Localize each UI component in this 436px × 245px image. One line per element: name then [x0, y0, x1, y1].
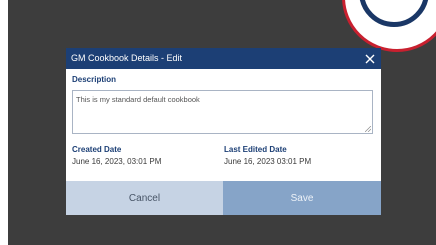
- close-icon: [365, 54, 375, 63]
- dialog-title: GM Cookbook Details - Edit: [71, 53, 183, 63]
- last-edited-label: Last Edited Date: [224, 145, 287, 154]
- description-textarea[interactable]: This is my standard default cookbook: [72, 90, 373, 134]
- description-value: This is my standard default cookbook: [76, 95, 200, 104]
- close-button[interactable]: [359, 48, 381, 69]
- logo-ring: [359, 0, 429, 27]
- created-date-value: June 16, 2023, 03:01 PM: [72, 157, 162, 166]
- description-label: Description: [72, 75, 117, 84]
- created-date-label: Created Date: [72, 145, 122, 154]
- last-edited-value: June 16, 2023 03:01 PM: [224, 157, 312, 166]
- save-button[interactable]: Save: [223, 181, 381, 215]
- cookbook-details-dialog: GM Cookbook Details - Edit Description T…: [66, 48, 381, 215]
- cancel-button[interactable]: Cancel: [66, 181, 223, 215]
- dialog-header: GM Cookbook Details - Edit: [66, 48, 381, 69]
- resize-grip-icon[interactable]: [365, 126, 371, 132]
